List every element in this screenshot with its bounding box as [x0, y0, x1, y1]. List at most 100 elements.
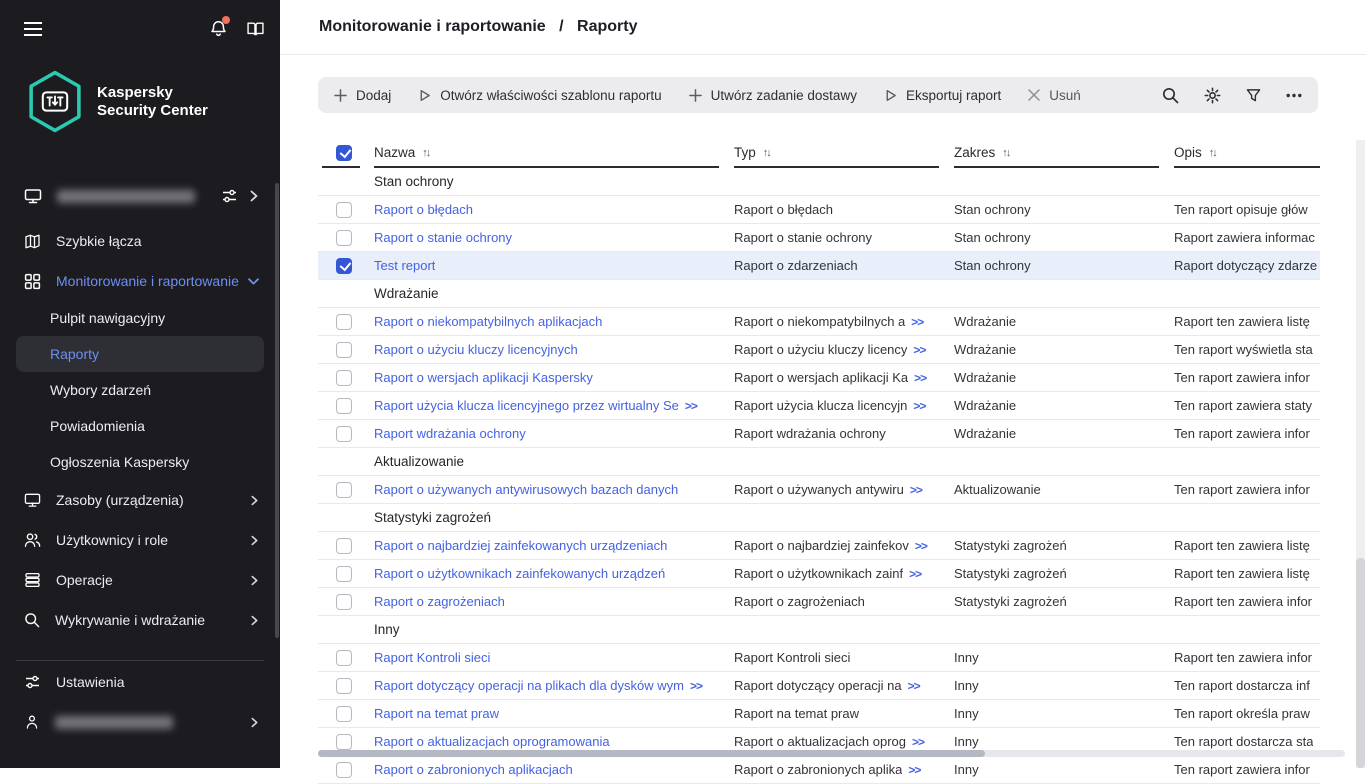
search-icon[interactable] [1162, 87, 1179, 104]
column-header-opis[interactable]: Opis ↑↓ [1174, 137, 1320, 168]
row-checkbox[interactable] [336, 593, 352, 610]
hamburger-menu-icon[interactable] [24, 21, 42, 36]
report-name-link[interactable]: Raport wdrażania ochrony [374, 426, 734, 441]
table-row-raport-o-użyciu-kluczy-licencyjnych[interactable]: Raport o użyciu kluczy licencyjnych Rapor… [318, 336, 1320, 364]
vertical-scrollbar[interactable] [1356, 140, 1365, 768]
truncation-marker[interactable]: >> [685, 399, 698, 413]
column-header-typ[interactable]: Typ ↑↓ [734, 137, 954, 168]
row-checkbox[interactable] [336, 649, 352, 666]
truncation-marker[interactable]: >> [911, 315, 924, 329]
report-name-link[interactable]: Raport o użyciu kluczy licencyjnych [374, 342, 734, 357]
report-name-link[interactable]: Test report [374, 258, 734, 273]
report-name-link[interactable]: Raport o używanych antywirusowych bazach… [374, 482, 734, 497]
toolbar-button-utwórz-zadanie-dostawy[interactable]: Utwórz zadanie dostawy [688, 88, 857, 103]
truncation-marker[interactable]: >> [915, 539, 928, 553]
sidebar-item-dashboard[interactable]: Pulpit nawigacyjny [0, 300, 280, 336]
sidebar-item-devices[interactable]: Zasoby (urządzenia) [0, 480, 280, 520]
toolbar-button-eksportuj-raport[interactable]: Eksportuj raport [884, 88, 1001, 103]
row-checkbox[interactable] [336, 565, 352, 582]
sidebar-item-event-selections[interactable]: Wybory zdarzeń [0, 372, 280, 408]
table-row-raport-użycia-klucza-licencyjnego-przez-wirtualny-se[interactable]: Raport użycia klucza licencyjnego przez … [318, 392, 1320, 420]
sort-icon[interactable]: ↑↓ [763, 147, 772, 159]
truncation-marker[interactable]: >> [908, 679, 921, 693]
sidebar-item-settings[interactable]: Ustawienia [0, 662, 280, 702]
table-row-raport-o-wersjach-aplikacji-kaspersky[interactable]: Raport o wersjach aplikacji Kaspersky Rap… [318, 364, 1320, 392]
report-name-link[interactable]: Raport o stanie ochrony [374, 230, 734, 245]
settings-icon[interactable] [1204, 86, 1221, 104]
row-checkbox[interactable] [336, 369, 352, 386]
toolbar-button-dodaj[interactable]: Dodaj [334, 88, 391, 103]
row-checkbox[interactable] [336, 313, 352, 330]
column-header-nazwa[interactable]: Nazwa ↑↓ [374, 137, 734, 168]
horizontal-scrollbar[interactable] [318, 750, 1345, 757]
table-row-raport-na-temat-praw[interactable]: Raport na temat praw Raport na temat praw… [318, 700, 1320, 728]
sidebar-scrollbar-thumb[interactable] [275, 183, 279, 638]
truncation-marker[interactable]: >> [908, 763, 921, 777]
truncation-marker[interactable]: >> [914, 371, 927, 385]
table-row-raport-o-zabronionych-aplikacjach[interactable]: Raport o zabronionych aplikacjach Raport … [318, 756, 1320, 784]
documentation-book-icon[interactable] [247, 21, 264, 37]
table-row-raport-kontroli-sieci[interactable]: Raport Kontroli sieci Raport Kontroli sie… [318, 644, 1320, 672]
report-name-link[interactable]: Raport o najbardziej zainfekowanych urzą… [374, 538, 734, 553]
report-name-link[interactable]: Raport o użytkownikach zainfekowanych ur… [374, 566, 734, 581]
sidebar-item-account[interactable] [0, 702, 280, 742]
row-checkbox[interactable] [336, 341, 352, 358]
truncation-marker[interactable]: >> [913, 343, 926, 357]
sidebar-item-monitoring[interactable]: Monitorowanie i raportowanie [0, 262, 280, 300]
report-name-link[interactable]: Raport na temat praw [374, 706, 734, 721]
table-row-raport-o-stanie-ochrony[interactable]: Raport o stanie ochrony Raport o stanie o… [318, 224, 1320, 252]
table-row-raport-o-zagrożeniach[interactable]: Raport o zagrożeniach Raport o zagrożenia… [318, 588, 1320, 616]
report-name-link[interactable]: Raport o błędach [374, 202, 734, 217]
table-row-raport-wdrażania-ochrony[interactable]: Raport wdrażania ochrony Raport wdrażania… [318, 420, 1320, 448]
notifications-bell-icon[interactable] [210, 16, 230, 37]
sidebar-item-quick-links[interactable]: Szybkie łącza [0, 224, 280, 258]
truncation-marker[interactable]: >> [909, 567, 922, 581]
server-selector[interactable] [0, 181, 280, 211]
row-checkbox[interactable] [336, 257, 352, 274]
sidebar-item-users-roles[interactable]: Użytkownicy i role [0, 520, 280, 560]
report-name-link[interactable]: Raport o zabronionych aplikacjach [374, 762, 734, 777]
table-row-raport-o-używanych-antywirusowych-bazach-danych[interactable]: Raport o używanych antywirusowych bazach… [318, 476, 1320, 504]
toolbar-button-otwórz-właściwości-szablonu-raportu[interactable]: Otwórz właściwości szablonu raportu [418, 88, 662, 103]
report-name-link[interactable]: Raport dotyczący operacji na plikach dla… [374, 678, 734, 693]
truncation-marker[interactable]: >> [913, 399, 926, 413]
column-header-zakres[interactable]: Zakres ↑↓ [954, 137, 1174, 168]
truncation-marker[interactable]: >> [910, 483, 923, 497]
row-checkbox[interactable] [336, 677, 352, 694]
row-checkbox[interactable] [336, 733, 352, 750]
breadcrumb-section[interactable]: Monitorowanie i raportowanie [319, 18, 546, 35]
table-row-raport-dotyczący-operacji-na-plikach-dla-dysków-wym[interactable]: Raport dotyczący operacji na plikach dla… [318, 672, 1320, 700]
row-checkbox[interactable] [336, 425, 352, 442]
table-row-raport-o-najbardziej-zainfekowanych-urządzeniach[interactable]: Raport o najbardziej zainfekowanych urzą… [318, 532, 1320, 560]
server-properties-sliders-icon[interactable] [221, 188, 238, 204]
report-name-link[interactable]: Raport Kontroli sieci [374, 650, 734, 665]
truncation-marker[interactable]: >> [912, 735, 925, 749]
row-checkbox[interactable] [336, 201, 352, 218]
row-checkbox[interactable] [336, 229, 352, 246]
sort-icon[interactable]: ↑↓ [1209, 147, 1218, 159]
select-all-checkbox[interactable] [336, 144, 352, 161]
report-name-link[interactable]: Raport o aktualizacjach oprogramowania [374, 734, 734, 749]
sidebar-item-operations[interactable]: Operacje [0, 560, 280, 600]
table-row-raport-o-użytkownikach-zainfekowanych-urządzeń[interactable]: Raport o użytkownikach zainfekowanych ur… [318, 560, 1320, 588]
filter-icon[interactable] [1246, 88, 1261, 103]
row-checkbox[interactable] [336, 397, 352, 414]
sort-icon[interactable]: ↑↓ [422, 147, 431, 159]
report-name-link[interactable]: Raport o zagrożeniach [374, 594, 734, 609]
sidebar-item-discovery[interactable]: Wykrywanie i wdrażanie [0, 600, 280, 640]
row-checkbox[interactable] [336, 481, 352, 498]
report-name-link[interactable]: Raport użycia klucza licencyjnego przez … [374, 398, 734, 413]
toolbar-button-usuń[interactable]: Usuń [1028, 88, 1081, 103]
row-checkbox[interactable] [336, 705, 352, 722]
truncation-marker[interactable]: >> [690, 679, 703, 693]
sidebar-item-notifications[interactable]: Powiadomienia [0, 408, 280, 444]
report-name-link[interactable]: Raport o niekompatybilnych aplikacjach [374, 314, 734, 329]
table-row-raport-o-niekompatybilnych-aplikacjach[interactable]: Raport o niekompatybilnych aplikacjach Ra… [318, 308, 1320, 336]
table-row-raport-o-błędach[interactable]: Raport o błędach Raport o błędach Stan och… [318, 196, 1320, 224]
sidebar-item-announcements[interactable]: Ogłoszenia Kaspersky [0, 444, 280, 480]
row-checkbox[interactable] [336, 761, 352, 778]
report-name-link[interactable]: Raport o wersjach aplikacji Kaspersky [374, 370, 734, 385]
more-icon[interactable] [1286, 93, 1302, 98]
vertical-scrollbar-thumb[interactable] [1356, 558, 1365, 768]
sort-icon[interactable]: ↑↓ [1002, 147, 1011, 159]
